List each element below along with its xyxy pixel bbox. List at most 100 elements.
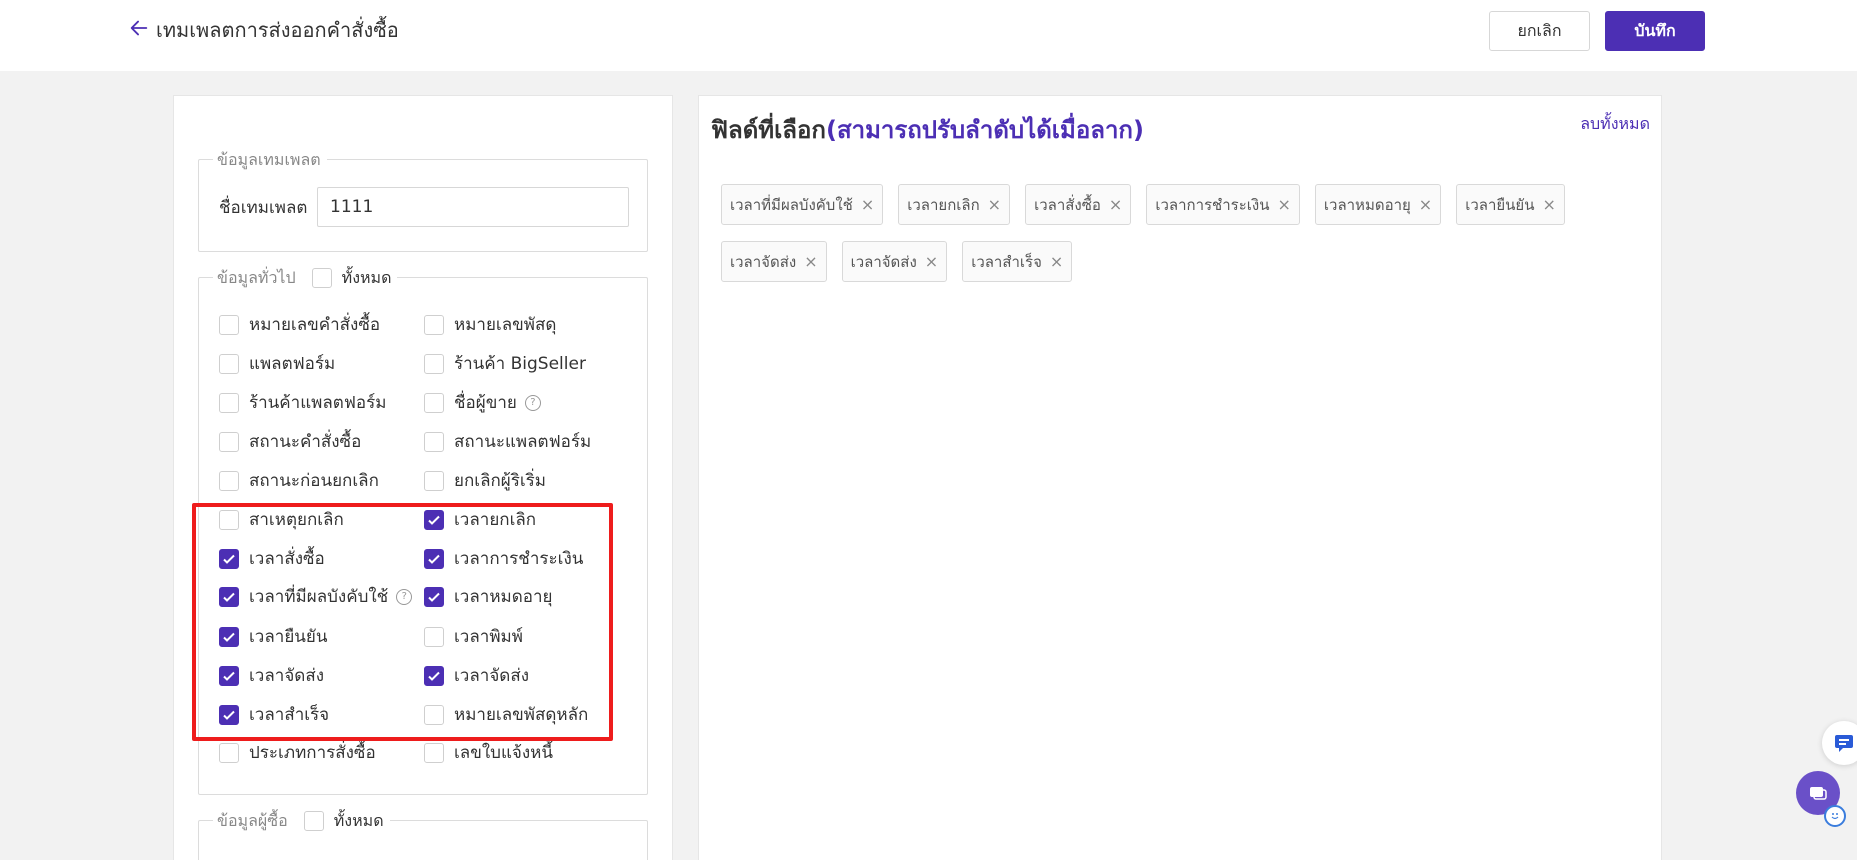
checkbox[interactable] [424,353,444,374]
option-complete-time[interactable]: เวลาสำเร็จ [219,701,329,728]
option-cancel-reason[interactable]: สาเหตุยกเลิก [219,506,344,533]
selected-chip[interactable]: เวลาการชำระเงิน × [1146,184,1300,225]
question-circle-icon[interactable]: ? [524,394,541,411]
selected-chip[interactable]: เวลายกเลิก × [898,184,1011,225]
selected-chip[interactable]: เวลาจัดส่ง × [841,241,948,282]
option-label: เวลาสำเร็จ [249,705,330,725]
selected-chips: เวลาที่มีผลบังคับใช้ × เวลายกเลิก × เวลาสั… [721,184,1641,282]
chip-label: เวลาจัดส่ง [850,252,917,271]
option-order-time[interactable]: เวลาสั่งซื้อ [219,545,325,572]
checked-checkbox[interactable] [219,665,239,686]
checked-checkbox[interactable] [424,586,444,607]
checked-checkbox[interactable] [219,586,239,607]
close-icon[interactable]: × [804,252,817,271]
option-label: ยกเลิกผู้ริเริ่ม [454,471,547,491]
check-icon [223,632,235,642]
chip-label: เวลาสั่งซื้อ [1034,195,1101,214]
option-ship-time-2[interactable]: เวลาจัดส่ง [424,662,529,689]
checked-checkbox[interactable] [219,548,239,569]
option-label: หมายเลขคำสั่งซื้อ [249,315,381,335]
option-bigseller-store[interactable]: ร้านค้า BigSeller [424,350,586,377]
option-label: ชื่อผู้ขาย [454,393,517,413]
option-invoice-number[interactable]: เลขใบแจ้งหนี้ [424,739,553,766]
general-select-all-checkbox[interactable] [311,268,332,288]
option-label: เวลาจัดส่ง [454,666,529,686]
template-info-legend: ข้อมูลเทมเพลต [213,148,327,172]
selected-chip[interactable]: เวลาสำเร็จ × [962,241,1073,282]
checkbox[interactable] [424,470,444,491]
checkbox[interactable] [219,353,239,374]
checkbox[interactable] [424,314,444,335]
checkbox[interactable] [424,392,444,413]
option-order-type[interactable]: ประเภทการสั่งซื้อ [219,739,376,766]
option-label: เวลาจัดส่ง [249,666,324,686]
option-confirm-time[interactable]: เวลายืนยัน [219,623,327,650]
option-main-tracking-number[interactable]: หมายเลขพัสดุหลัก [424,701,588,728]
option-order-status[interactable]: สถานะคำสั่งซื้อ [219,428,361,455]
option-tracking-number[interactable]: หมายเลขพัสดุ [424,311,556,338]
checked-checkbox[interactable] [424,548,444,569]
option-payment-time[interactable]: เวลาการชำระเงิน [424,545,583,572]
general-select-all[interactable]: ทั้งหมด [311,266,391,291]
checked-checkbox[interactable] [219,704,239,725]
smile-icon[interactable] [1824,805,1846,827]
option-order-number[interactable]: หมายเลขคำสั่งซื้อ [219,311,380,338]
chip-label: เวลาหมดอายุ [1323,195,1411,214]
close-icon[interactable]: × [988,195,1001,214]
checkbox[interactable] [424,431,444,452]
checkbox[interactable] [219,470,239,491]
checkbox[interactable] [424,626,444,647]
selected-chip[interactable]: เวลาสั่งซื้อ × [1025,184,1132,225]
option-platform-store[interactable]: ร้านค้าแพลตฟอร์ม [219,389,386,416]
close-icon[interactable]: × [1542,195,1555,214]
template-name-input[interactable] [317,187,629,227]
close-icon[interactable]: × [1277,195,1290,214]
back-link[interactable]: เทมเพลตการส่งออกคำสั่งซื้อ [128,14,399,46]
buyer-select-all-checkbox[interactable] [303,811,324,831]
option-cancel-initiator[interactable]: ยกเลิกผู้ริเริ่ม [424,467,546,494]
close-icon[interactable]: × [1050,252,1063,271]
option-seller-name[interactable]: ชื่อผู้ขาย? [424,389,541,416]
selected-chip[interactable]: เวลาหมดอายุ × [1314,184,1442,225]
question-circle-icon[interactable]: ? [396,588,413,605]
close-icon[interactable]: × [861,195,874,214]
close-icon[interactable]: × [1109,195,1122,214]
option-platform-status[interactable]: สถานะแพลตฟอร์ม [424,428,591,455]
check-icon [223,592,235,602]
template-info-legend-text: ข้อมูลเทมเพลต [217,149,321,169]
option-label: เวลาสั่งซื้อ [249,549,325,569]
check-icon [428,515,440,525]
checked-checkbox[interactable] [219,626,239,647]
close-icon[interactable]: × [1419,195,1432,214]
general-info-group: ข้อมูลทั่วไป ทั้งหมด หมายเลขคำสั่งซื้อ ห… [198,266,648,795]
option-effective-time[interactable]: เวลาที่มีผลบังคับใช้? [219,583,413,610]
checkbox[interactable] [424,742,444,763]
checkbox[interactable] [219,509,239,530]
checkbox[interactable] [219,392,239,413]
option-pre-cancel-status[interactable]: สถานะก่อนยกเลิก [219,467,379,494]
option-print-time[interactable]: เวลาพิมพ์ [424,623,523,650]
option-cancel-time[interactable]: เวลายกเลิก [424,506,536,533]
check-icon [223,554,235,564]
selected-chip[interactable]: เวลาจัดส่ง × [721,241,827,282]
option-label: เวลาพิมพ์ [454,627,523,647]
selected-chip[interactable]: เวลายืนยัน × [1456,184,1565,225]
support-icon[interactable] [1822,721,1857,765]
chip-label: เวลาการชำระเงิน [1155,195,1270,214]
template-name-row: ชื่อเทมเพลต [219,187,629,227]
close-icon[interactable]: × [925,252,938,271]
checked-checkbox[interactable] [424,665,444,686]
option-expiry-time[interactable]: เวลาหมดอายุ [424,583,553,610]
clear-all-link[interactable]: ลบทั้งหมด [1580,112,1650,137]
option-platform[interactable]: แพลตฟอร์ม [219,350,335,377]
checked-checkbox[interactable] [424,509,444,530]
selected-chip[interactable]: เวลาที่มีผลบังคับใช้ × [721,184,884,225]
cancel-button[interactable]: ยกเลิก [1489,11,1590,51]
checkbox[interactable] [424,704,444,725]
buyer-select-all[interactable]: ทั้งหมด [303,809,384,834]
checkbox[interactable] [219,742,239,763]
checkbox[interactable] [219,431,239,452]
option-ship-time[interactable]: เวลาจัดส่ง [219,662,324,689]
checkbox[interactable] [219,314,239,335]
save-button[interactable]: บันทึก [1605,11,1705,51]
